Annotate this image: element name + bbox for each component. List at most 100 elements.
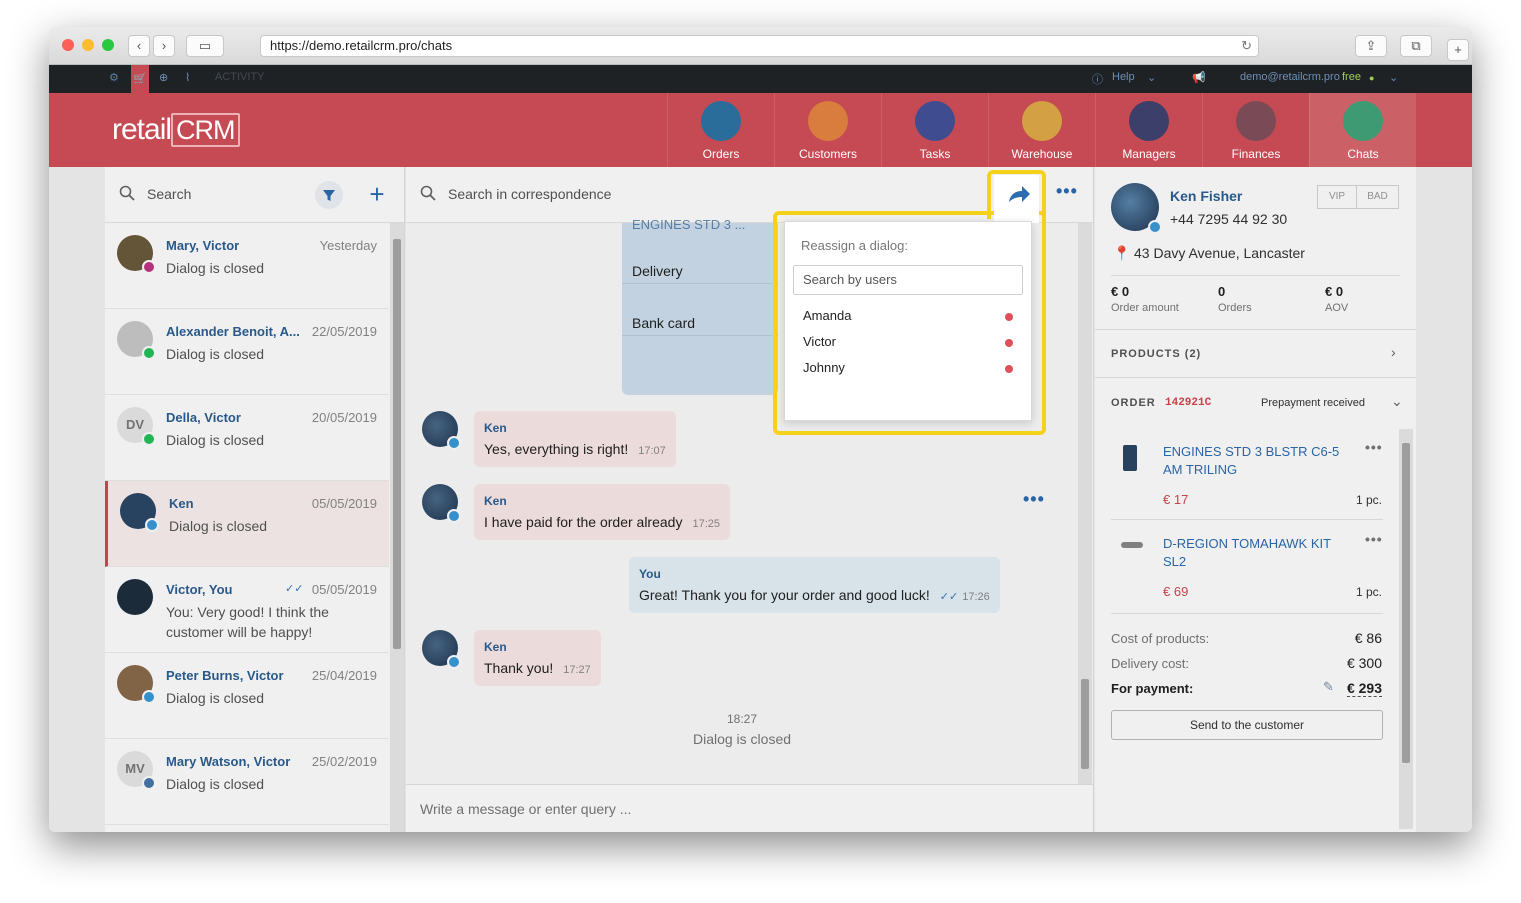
reload-icon[interactable]: ↻ (1241, 36, 1252, 56)
filter-button[interactable] (315, 181, 343, 209)
megaphone-icon[interactable]: 📢 (1192, 71, 1206, 84)
more-options-icon[interactable]: ••• (1056, 181, 1078, 202)
order-scroll-thumb[interactable] (1402, 443, 1410, 763)
conversation-scroll-thumb[interactable] (1081, 679, 1089, 769)
closed-text: Dialog is closed (692, 731, 792, 747)
order-number[interactable]: 142921C (1165, 397, 1211, 409)
new-tab-icon[interactable]: + (1447, 39, 1469, 61)
sidebar-toggle-icon[interactable]: ▭ (186, 35, 224, 57)
avatar (120, 493, 159, 532)
integrations-icon[interactable]: ⊕ (159, 71, 168, 84)
payment-value[interactable]: € 293 (1346, 680, 1382, 697)
help-icon[interactable]: ⓘ (1092, 71, 1103, 87)
product-options-icon[interactable]: ••• (1365, 531, 1383, 547)
chevron-down-icon[interactable]: ⌄ (1147, 71, 1156, 84)
message-time: 17:07 (638, 445, 666, 457)
share-icon[interactable]: ⇪ (1355, 35, 1387, 57)
box-icon (1022, 101, 1062, 141)
chat-search-row: Search + (105, 167, 404, 223)
account-chevron-icon[interactable]: ⌄ (1389, 71, 1398, 84)
close-window-button[interactable] (62, 39, 74, 51)
user-option-johnny[interactable]: Johnny (803, 360, 845, 375)
new-chat-button[interactable]: + (363, 181, 391, 209)
nav-orders[interactable]: Orders (667, 93, 774, 167)
minimize-window-button[interactable] (82, 39, 94, 51)
chat-name: Ken (169, 496, 194, 511)
chat-list-item[interactable]: DV Della, Victor 20/05/2019 Dialog is close… (105, 395, 389, 481)
order-status[interactable]: Prepayment received (1261, 397, 1365, 409)
avatar-initials: MV (125, 761, 145, 776)
avatar (422, 630, 461, 669)
chat-list-scrollbar[interactable] (390, 223, 404, 832)
help-link[interactable]: Help (1112, 71, 1135, 83)
cart-icon[interactable]: 🛒 (131, 65, 149, 93)
chat-list-scroll-thumb[interactable] (393, 239, 401, 649)
user-search-input[interactable]: Search by users (793, 265, 1023, 295)
activity-label[interactable]: ACTIVITY (215, 71, 265, 83)
chat-date: 22/05/2019 (311, 324, 377, 339)
chat-icon (1343, 101, 1383, 141)
account-email[interactable]: demo@retailcrm.pro (1240, 71, 1340, 83)
product-title[interactable]: D-REGION TOMAHAWK KIT SL2 (1163, 535, 1353, 571)
retailcrm-logo[interactable]: retail CRM (112, 113, 240, 147)
chat-list-item[interactable]: Mary, Victor Yesterday Dialog is closed (105, 223, 389, 309)
location-pin-icon: 📍 (1113, 245, 1131, 261)
nav-tasks[interactable]: Tasks (881, 93, 988, 167)
chat-list-item[interactable]: Peter Burns, Victor 25/04/2019 Dialog is c… (105, 653, 389, 739)
read-check-icon: ✓✓ (285, 583, 304, 595)
tag-vip[interactable]: VIP (1317, 185, 1357, 209)
forward-icon[interactable]: › (153, 35, 175, 57)
send-to-customer-button[interactable]: Send to the customer (1111, 710, 1383, 740)
order-scrollbar[interactable] (1399, 429, 1413, 829)
reassign-title: Reassign a dialog: (801, 238, 908, 253)
customer-phone[interactable]: +44 7295 44 92 30 (1170, 211, 1287, 227)
conversation-search-input[interactable]: Search in correspondence (448, 186, 611, 202)
reassign-button[interactable] (994, 175, 1039, 223)
plan-badge: free (1342, 71, 1361, 83)
products-header[interactable]: PRODUCTS (2) (1111, 348, 1201, 360)
chat-list-item[interactable]: Alexander Benoit, A... 22/05/2019 Dialog i… (105, 309, 389, 395)
analytics-icon[interactable]: ⌇ (185, 71, 190, 84)
delivery-cost-value: € 300 (1346, 655, 1382, 671)
telegram-icon (145, 518, 159, 532)
product-qty: 1 pc. (1355, 493, 1382, 507)
nav-chats[interactable]: Chats (1309, 93, 1416, 167)
chat-list-item[interactable]: Victor, You 05/05/2019 You: Very good! I t… (105, 567, 389, 653)
tag-bad[interactable]: BAD (1356, 185, 1399, 209)
customer-name[interactable]: Ken Fisher (1170, 188, 1242, 204)
back-icon[interactable]: ‹ (128, 35, 150, 57)
product-options-icon[interactable]: ••• (1365, 439, 1383, 455)
message-bubble: Ken Thank you! 17:27 (474, 630, 601, 686)
product-title[interactable]: ENGINES STD 3 BLSTR C6-5 AM TRILING (1163, 443, 1353, 479)
avatar (117, 665, 156, 704)
settings-icon[interactable]: ⚙ (109, 71, 119, 84)
chat-list-item[interactable]: MV Mary Watson, Victor 25/02/2019 Dialog is… (105, 739, 389, 825)
message-composer[interactable]: Write a message or enter query ... (406, 784, 1093, 832)
user-option-victor[interactable]: Victor (803, 334, 836, 349)
manager-icon (1129, 101, 1169, 141)
nav-finances[interactable]: Finances (1202, 93, 1309, 167)
nav-warehouse[interactable]: Warehouse (988, 93, 1095, 167)
nav-managers[interactable]: Managers (1095, 93, 1202, 167)
avatar (117, 235, 156, 274)
maximize-window-button[interactable] (102, 39, 114, 51)
divider (1111, 275, 1400, 276)
chevron-down-icon[interactable]: ⌄ (1391, 393, 1403, 410)
conversation-scrollbar[interactable] (1078, 223, 1092, 784)
tabs-icon[interactable]: ⧉ (1400, 35, 1432, 57)
nav-customers[interactable]: Customers (774, 93, 881, 167)
chat-name: Peter Burns, Victor (166, 668, 284, 683)
message-options-icon[interactable]: ••• (1023, 489, 1045, 510)
chevron-right-icon[interactable]: › (1391, 344, 1396, 360)
chat-search-input[interactable]: Search (147, 186, 191, 202)
address-bar[interactable]: https://demo.retailcrm.pro/chats ↻ (260, 35, 1259, 57)
user-option-amanda[interactable]: Amanda (803, 308, 851, 323)
search-icon (119, 185, 135, 201)
chat-list-item[interactable]: Ken 05/05/2019 Dialog is closed (105, 481, 389, 567)
avatar (422, 484, 461, 523)
chat-date: 25/02/2019 (311, 754, 377, 769)
chat-name: Della, Victor (166, 410, 241, 425)
compose-input[interactable]: Write a message or enter query ... (420, 801, 631, 817)
order-card-delivery: Delivery (632, 263, 683, 279)
closed-time: 18:27 (726, 712, 758, 726)
